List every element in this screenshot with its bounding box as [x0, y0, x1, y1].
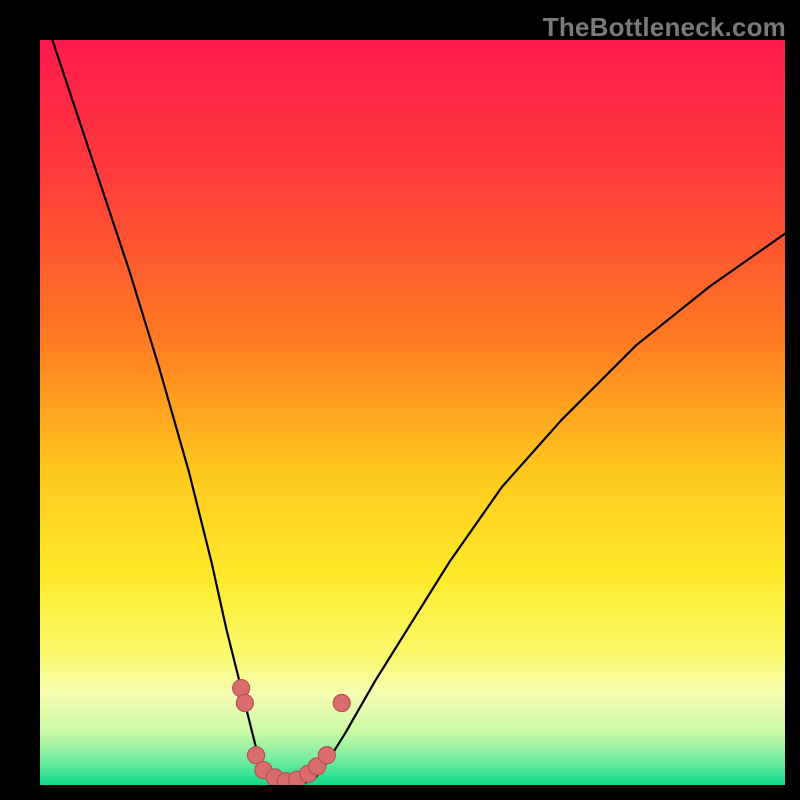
watermark-text: TheBottleneck.com: [543, 12, 786, 43]
plot-area: [40, 40, 785, 785]
data-marker: [236, 694, 253, 711]
marker-group: [233, 680, 351, 785]
chart-frame: TheBottleneck.com: [0, 0, 800, 800]
series-group: [40, 40, 785, 785]
chart-svg: [40, 40, 785, 785]
data-marker: [333, 694, 350, 711]
data-marker: [233, 680, 250, 697]
data-marker: [318, 747, 335, 764]
bottleneck-curve: [40, 40, 785, 785]
